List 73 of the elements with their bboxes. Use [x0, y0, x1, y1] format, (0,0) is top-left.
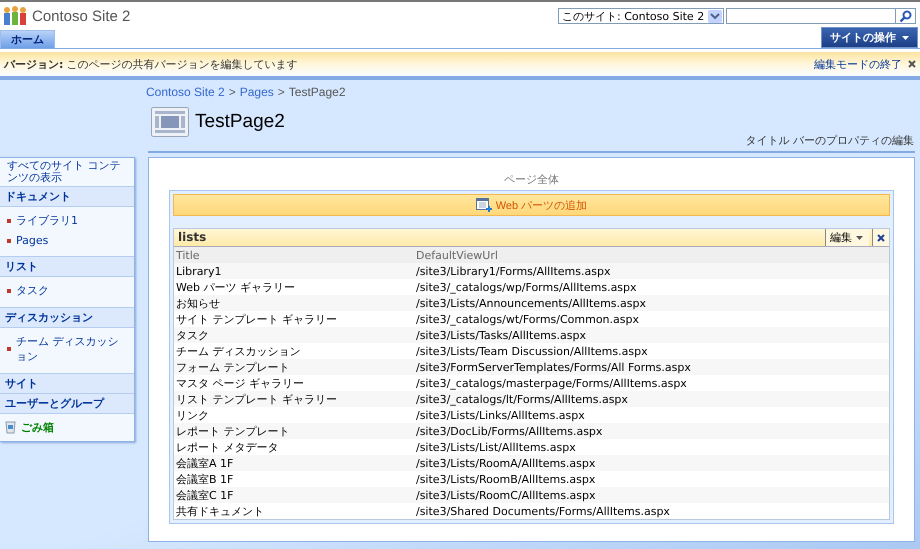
breadcrumb-separator: > [228, 85, 236, 99]
table-cell: Library1 [174, 263, 414, 279]
table-cell: フォーム テンプレート [174, 359, 414, 375]
table-cell: マスタ ページ ギャラリー [174, 375, 414, 391]
breadcrumb-current: TestPage2 [288, 85, 346, 99]
people-icon [2, 5, 28, 27]
table-cell: 会議室C 1F [174, 487, 414, 503]
sidebar-heading[interactable]: リスト [0, 257, 134, 277]
version-label: バージョン: [4, 56, 64, 72]
search-icon [899, 10, 912, 22]
search-field[interactable] [726, 8, 896, 24]
breadcrumb-link[interactable]: Pages [240, 85, 274, 99]
table-cell: お知らせ [174, 295, 414, 311]
nav-tab[interactable]: ホーム [0, 30, 55, 48]
caret-icon [902, 36, 909, 40]
table-cell: レポート メタデータ [174, 439, 414, 455]
table-cell: 共有ドキュメント [174, 503, 414, 519]
sidebar-heading[interactable]: サイト [0, 374, 134, 394]
table-cell: /site3/_catalogs/lt/Forms/AllItems.aspx [414, 391, 889, 407]
exit-edit-mode-link[interactable]: 編集モードの終了 [814, 56, 902, 72]
close-icon[interactable] [908, 60, 916, 68]
table-cell: /site3/Lists/RoomB/AllItems.aspx [414, 471, 889, 487]
page-layout-icon [151, 107, 189, 137]
site-actions-menu[interactable]: サイトの操作 [821, 27, 918, 48]
table-cell: /site3/FormServerTemplates/Forms/All Forms.aspx [414, 359, 889, 375]
sidebar-item[interactable]: タスク [0, 280, 134, 301]
table-cell: /site3/DocLib/Forms/AllItems.aspx [414, 423, 889, 439]
table-cell: /site3/Lists/List/AllItems.aspx [414, 439, 889, 455]
column-header[interactable]: DefaultViewUrl [414, 247, 889, 263]
close-icon [877, 234, 885, 242]
table-cell: /site3/Lists/RoomA/AllItems.aspx [414, 455, 889, 471]
column-header[interactable]: Title [174, 247, 414, 263]
table-cell: /site3/Library1/Forms/AllItems.aspx [414, 263, 889, 279]
edit-menu[interactable]: 編集 [825, 229, 869, 246]
zone-title: ページ全体 [503, 172, 560, 186]
edit-title-bar-link[interactable]: タイトル バーのプロパティの編集 [746, 133, 914, 148]
breadcrumb-separator: > [278, 85, 285, 99]
table-cell: /site3/Lists/Team Discussion/AllItems.aspx [414, 343, 889, 359]
table-cell: /site3/Shared Documents/Forms/AllItems.aspx [414, 503, 889, 519]
breadcrumb-link[interactable]: Contoso Site 2 [146, 85, 225, 99]
sidebar-item[interactable]: Pages [0, 231, 134, 250]
table-cell: チーム ディスカッション [174, 343, 414, 359]
table-cell: レポート テンプレート [174, 423, 414, 439]
trash-icon [5, 421, 16, 434]
table-cell: Web パーツ ギャラリー [174, 279, 414, 295]
table-cell: /site3/_catalogs/wp/Forms/AllItems.aspx [414, 279, 889, 295]
search-button[interactable] [896, 8, 916, 24]
table-cell: /site3/_catalogs/wt/Forms/Common.aspx [414, 311, 889, 327]
table-cell: /site3/_catalogs/masterpage/Forms/AllItems.aspx [414, 375, 889, 391]
scope-dropdown[interactable]: このサイト: Contoso Site 2 [558, 8, 724, 24]
close-button[interactable] [872, 229, 889, 246]
sidebar-item[interactable]: チーム ディスカッション [0, 331, 134, 367]
table-cell: /site3/Lists/Announcements/AllItems.aspx [414, 295, 889, 311]
sidebar-heading[interactable]: ディスカッション [0, 308, 134, 328]
table-cell: /site3/Lists/RoomC/AllItems.aspx [414, 487, 889, 503]
table-cell: タスク [174, 327, 414, 343]
add-web-part-icon [476, 198, 492, 212]
sidebar-heading[interactable]: ユーザーとグループ [0, 394, 134, 414]
table-cell: リンク [174, 407, 414, 423]
table-cell: /site3/Lists/Links/AllItems.aspx [414, 407, 889, 423]
caret-icon [856, 236, 863, 240]
page-title: TestPage2 [195, 111, 285, 133]
table-cell: リスト テンプレート ギャラリー [174, 391, 414, 407]
table-cell: 会議室A 1F [174, 455, 414, 471]
version-message: このページの共有バージョンを編集しています [66, 56, 298, 72]
site-title[interactable]: Contoso Site 2 [32, 8, 130, 24]
table-cell: /site3/Lists/Tasks/AllItems.aspx [414, 327, 889, 343]
web-part-title: lists [177, 229, 208, 246]
table-cell: 会議室B 1F [174, 471, 414, 487]
table-cell: サイト テンプレート ギャラリー [174, 311, 414, 327]
recycle-bin-link[interactable]: ごみ箱 [21, 420, 54, 435]
sidebar-item[interactable]: ライブラリ1 [0, 210, 134, 231]
sidebar-heading[interactable]: ドキュメント [0, 187, 134, 207]
